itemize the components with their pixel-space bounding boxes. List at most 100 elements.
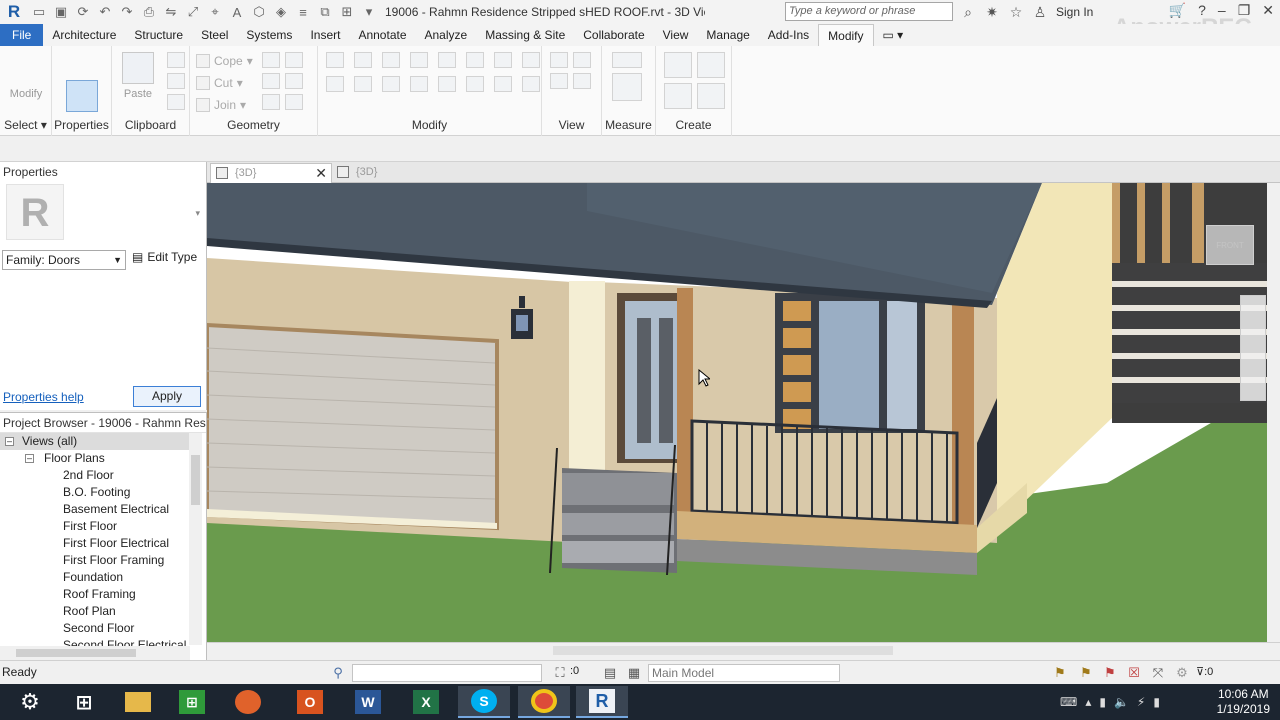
properties-button[interactable] [62,80,102,116]
contextual-tab-icon[interactable]: ▭ ▾ [874,24,913,46]
properties-help-link[interactable]: Properties help [3,390,84,404]
tray-expand-icon[interactable]: ▴ [1085,695,1091,709]
tree-item-floor-plan[interactable]: First Floor Electrical [0,535,190,552]
user-icon[interactable]: ♙ [1030,4,1050,21]
signal-icon[interactable]: ▮ [1153,695,1160,709]
print-icon[interactable]: ⎙ [139,3,159,21]
3d-viewport[interactable]: FRONT [207,183,1280,642]
close-icon[interactable]: ✕ [1262,2,1274,19]
tree-item-floor-plan[interactable]: Basement Electrical [0,501,190,518]
scale-icon[interactable] [522,52,540,68]
network-icon[interactable]: ⚡ [1137,695,1145,709]
mirror-axis-icon[interactable] [382,52,400,68]
tab-annotate[interactable]: Annotate [349,24,415,46]
tree-item-floor-plan[interactable]: B.O. Footing [0,484,190,501]
tab-structure[interactable]: Structure [125,24,192,46]
paste-button[interactable]: Paste [118,52,158,100]
tab-3d-view-active[interactable]: {3D} ✕ [210,163,332,183]
tree-item-floor-plan[interactable]: 2nd Floor [0,467,190,484]
settings-gear-icon[interactable]: ⚙ [4,686,56,718]
tree-item-floor-plan[interactable]: First Floor Framing [0,552,190,569]
binoculars-icon[interactable]: ⌕ [958,4,978,21]
tab-architecture[interactable]: Architecture [43,24,125,46]
join-button[interactable]: Join ▾ [196,98,246,112]
office-icon[interactable]: O [284,686,336,718]
viewport-horizontal-scrollbar[interactable] [207,642,1280,658]
cope-button[interactable]: Cope ▾ [196,54,253,68]
thin-lines-icon[interactable]: ≡ [293,3,313,21]
dimension-icon[interactable]: ⤢ [183,3,203,21]
type-selector-dropdown[interactable]: ▾ [195,208,200,219]
redo-icon[interactable]: ↷ [117,3,137,21]
modify-tool-button[interactable]: Modify [6,52,46,100]
drag-elements-icon[interactable]: ⤧ [1150,665,1166,681]
tab-collaborate[interactable]: Collaborate [574,24,653,46]
array-icon[interactable] [438,76,456,92]
select-underlay-icon[interactable]: ⚑ [1078,665,1094,681]
tab-analyze[interactable]: Analyze [416,24,477,46]
tab-add-ins[interactable]: Add-Ins [759,24,818,46]
filter-icon[interactable] [550,73,568,89]
select-panel-label[interactable]: Select ▾ [0,118,51,132]
instance-filter-dropdown[interactable]: Family: Doors ▼ [2,250,126,270]
linework-icon[interactable] [573,73,591,89]
workset-icon[interactable]: ⚲ [330,665,346,681]
help-icon[interactable]: ? [1198,2,1206,19]
word-icon[interactable]: W [342,686,394,718]
tree-item-floor-plan[interactable]: First Floor [0,518,190,535]
move-icon[interactable] [326,76,344,92]
override-icon[interactable] [573,52,591,68]
battery-icon[interactable]: ▮ [1099,695,1106,709]
split-gap-icon[interactable] [494,76,512,92]
subscription-icon[interactable]: ✷ [982,4,1002,21]
editable-only-icon[interactable]: ⛶ [552,665,568,681]
copy-element-icon[interactable] [354,76,372,92]
tree-item-floor-plan[interactable]: Second Floor [0,620,190,637]
3d-view-icon[interactable]: ⬡ [249,3,269,21]
tree-item-floor-plan[interactable]: Roof Framing [0,586,190,603]
navigation-bar[interactable] [1240,295,1266,401]
select-links-icon[interactable]: ⚑ [1052,665,1068,681]
match-icon[interactable] [167,94,185,110]
create-similar-icon[interactable] [697,83,725,109]
revit-logo[interactable]: R [3,2,25,22]
workset-dropdown[interactable] [352,664,542,682]
chrome-icon[interactable] [518,686,570,718]
sync-icon[interactable]: ⟳ [73,3,93,21]
collapse-icon[interactable]: – [5,437,14,446]
cut-geometry-button[interactable]: Cut ▾ [196,76,243,90]
measure-icon[interactable]: ⇋ [161,3,181,21]
select-pinned-icon[interactable]: ⚑ [1102,665,1118,681]
select-by-face-icon[interactable]: ☒ [1126,665,1142,681]
file-explorer-icon[interactable] [112,686,164,718]
text-icon[interactable]: A [227,3,247,21]
create-group-icon[interactable] [664,83,692,109]
close-tab-icon[interactable]: ✕ [315,164,327,183]
tree-node-views[interactable]: – Views (all) [0,433,190,450]
hide-icon[interactable] [550,52,568,68]
revit-taskbar-icon[interactable]: R [576,686,628,718]
minimize-icon[interactable]: – [1218,2,1226,19]
tab-massing-site[interactable]: Massing & Site [476,24,574,46]
create-parts-icon[interactable] [697,52,725,78]
sign-in-button[interactable]: Sign In [1056,5,1093,19]
delete-icon[interactable] [522,76,540,92]
cart-icon[interactable]: 🛒 [1169,2,1186,19]
active-design-option-dropdown[interactable]: Main Model [648,664,840,682]
cut-icon[interactable] [167,52,185,68]
customize-qat-icon[interactable]: ▾ [359,3,379,21]
switch-windows-icon[interactable]: ⊞ [337,3,357,21]
dimension-tool-icon[interactable] [612,73,642,101]
store-icon[interactable]: ⊞ [166,686,218,718]
open-icon[interactable]: ▭ [29,3,49,21]
windows-start-icon[interactable]: ⊞ [58,686,110,718]
tab-systems[interactable]: Systems [237,24,301,46]
volume-icon[interactable]: 🔈 [1114,695,1129,709]
undo-icon[interactable]: ↶ [95,3,115,21]
copy-icon[interactable] [167,73,185,89]
create-assembly-icon[interactable] [664,52,692,78]
rotate-icon[interactable] [382,76,400,92]
design-options-icon[interactable]: ▤ [602,665,618,681]
mirror-draw-icon[interactable] [410,52,428,68]
unpin-icon[interactable] [466,76,484,92]
